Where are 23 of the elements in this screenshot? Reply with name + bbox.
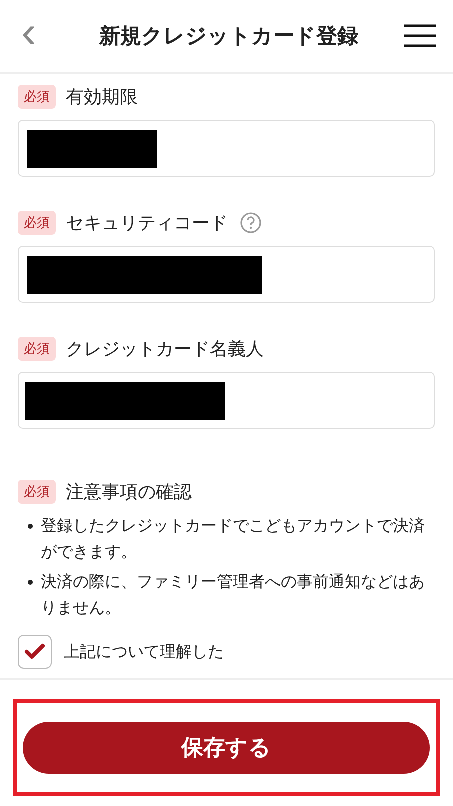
field-label: クレジットカード名義人 xyxy=(66,338,264,361)
required-badge: 必須 xyxy=(18,211,56,235)
required-badge: 必須 xyxy=(18,337,56,361)
required-badge: 必須 xyxy=(18,85,56,109)
checkbox-label: 上記について理解した xyxy=(64,642,224,662)
menu-icon[interactable] xyxy=(404,24,436,48)
bullet-icon xyxy=(28,580,33,585)
page-title: 新規クレジットカード登録 xyxy=(98,23,360,50)
notice-text: 決済の際に、ファミリー管理者への事前通知などはありません。 xyxy=(41,571,426,619)
field-label: 有効期限 xyxy=(66,86,138,109)
help-icon[interactable] xyxy=(240,212,262,234)
required-badge: 必須 xyxy=(18,480,56,504)
bullet-icon xyxy=(28,524,33,529)
back-button[interactable]: ‹ xyxy=(14,11,44,61)
check-icon xyxy=(24,643,46,661)
save-button[interactable]: 保存する xyxy=(23,722,430,774)
input-field[interactable] xyxy=(18,372,435,429)
notice-text: 登録したクレジットカードでこどもアカウントで決済ができます。 xyxy=(41,515,426,563)
checkbox[interactable] xyxy=(18,635,52,669)
section-title: 注意事項の確認 xyxy=(66,481,192,504)
input-field[interactable] xyxy=(18,120,435,177)
input-field[interactable] xyxy=(18,246,435,303)
field-label: セキュリティコード xyxy=(66,212,228,235)
